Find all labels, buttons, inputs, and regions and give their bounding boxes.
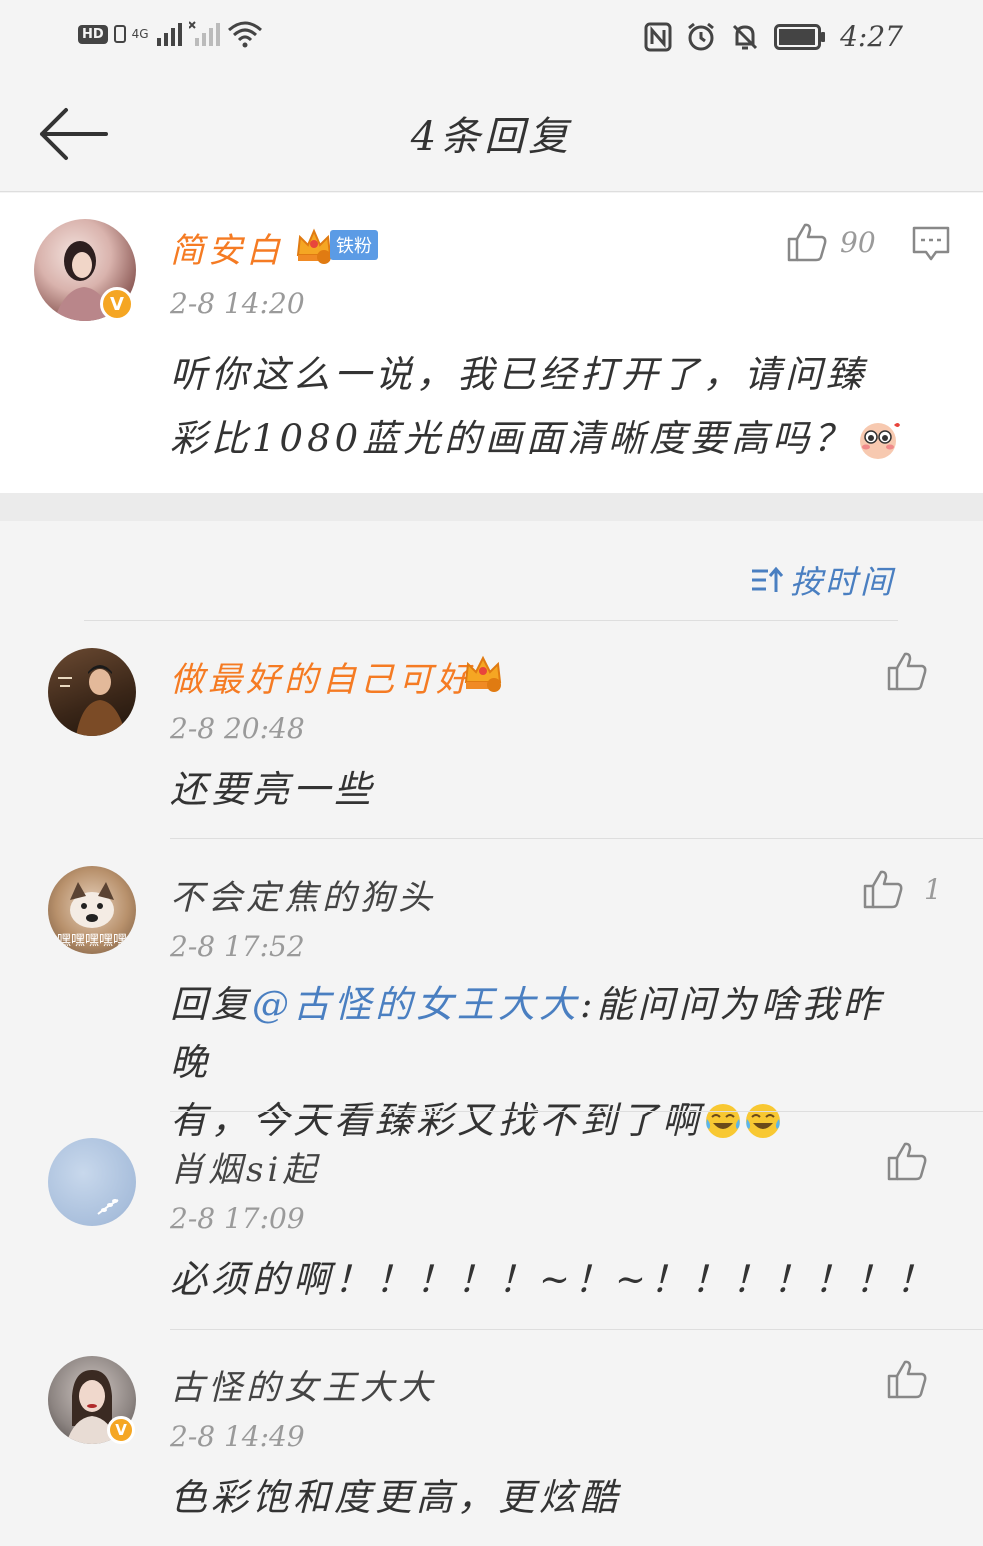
main-comment-username[interactable]: 简安白	[170, 223, 284, 272]
list-item: V 古怪的女王大大 2-8 14:49 色彩饱和度更高，更炫酷	[0, 1330, 983, 1546]
reply-text: 色彩饱和度更高，更炫酷	[170, 1476, 621, 1519]
signal-off-icon	[188, 20, 221, 48]
status-bar: HD 4G 4:27	[0, 0, 983, 76]
reply-timestamp: 2-8 20:48	[170, 712, 305, 745]
reply-timestamp: 2-8 17:52	[170, 930, 305, 963]
main-like-count: 90	[840, 225, 876, 259]
clock: 4:27	[840, 20, 903, 53]
mention-link[interactable]: @古怪的女王大大	[252, 983, 580, 1026]
thumbs-up-icon	[863, 870, 903, 909]
divider	[84, 620, 898, 621]
avatar-image	[97, 1199, 119, 1215]
reply-timestamp: 2-8 17:09	[170, 1202, 305, 1235]
title-bar: 4条回复	[0, 76, 983, 192]
reply-button[interactable]	[912, 225, 950, 263]
reply-username[interactable]: 肖烟si起	[170, 1142, 320, 1191]
verified-badge-icon: V	[100, 287, 134, 321]
main-comment-timestamp: 2-8 14:20	[170, 287, 305, 320]
fan-badge[interactable]: 铁粉	[294, 225, 378, 265]
reply-username[interactable]: 做最好的自己可好	[170, 652, 474, 701]
reply-username[interactable]: 古怪的女王大大	[170, 1360, 436, 1409]
sim-icon	[113, 25, 126, 43]
hd-indicator: HD	[78, 24, 108, 44]
list-item: 做最好的自己可好 2-8 20:48 还要亮一些	[0, 622, 983, 840]
list-item: 嘿嘿嘿嘿嘿 不会定焦的狗头 2-8 17:52 1 回复@古怪的女王大大:能问问…	[0, 840, 983, 1142]
main-comment-text: 听你这么一说，我已经打开了，请问臻 彩比1080蓝光的画面清晰度要高吗？	[170, 343, 930, 471]
like-button[interactable]	[886, 650, 928, 692]
alarm-icon	[686, 22, 716, 52]
reply-text: 必须的啊！！！！！~！~！！！！！！！	[170, 1258, 938, 1301]
wifi-icon	[227, 20, 263, 48]
sort-label: 按时间	[789, 563, 895, 601]
crown-icon	[464, 655, 502, 692]
reply-username[interactable]: 不会定焦的狗头	[170, 870, 436, 919]
mute-icon	[730, 22, 760, 52]
crown-badge[interactable]	[462, 652, 504, 694]
signal-icon	[155, 20, 183, 48]
thumbs-up-icon	[887, 1360, 927, 1399]
battery-icon	[774, 23, 826, 50]
avatar[interactable]	[48, 1138, 136, 1226]
list-item: 肖烟si起 2-8 17:09 必须的啊！！！！！~！~！！！！！！！	[0, 1112, 983, 1330]
reply-prefix: 回复	[170, 983, 252, 1026]
network-type: 4G	[131, 27, 149, 41]
divider	[170, 838, 983, 839]
main-comment-line2: 彩比1080蓝光的画面清晰度要高吗？	[170, 407, 930, 471]
like-button[interactable]: 1	[862, 868, 942, 910]
thumbs-up-icon	[787, 223, 827, 262]
thumbs-up-icon	[887, 652, 927, 691]
reply-text-line1: 回复@古怪的女王大大:能问问为啥我昨晚	[170, 976, 890, 1092]
avatar-overlay-text: 嘿嘿嘿嘿嘿	[57, 933, 127, 949]
thumbs-up-icon	[887, 1142, 927, 1181]
sort-by-time-button[interactable]: 按时间	[750, 557, 895, 603]
sort-row: 按时间	[0, 521, 983, 621]
comment-icon	[912, 226, 950, 261]
like-button[interactable]	[886, 1358, 928, 1400]
avatar-image	[58, 665, 126, 736]
avatar[interactable]: 嘿嘿嘿嘿嘿	[48, 866, 136, 954]
nfc-icon	[644, 22, 672, 52]
main-like-button[interactable]: 90	[786, 221, 876, 263]
like-count: 1	[924, 872, 942, 906]
verified-badge-icon: V	[107, 1416, 135, 1444]
sort-icon	[751, 566, 784, 592]
page-title: 4条回复	[410, 114, 573, 160]
main-comment-line1: 听你这么一说，我已经打开了，请问臻	[170, 353, 867, 396]
like-button[interactable]	[886, 1140, 928, 1182]
avatar[interactable]	[48, 648, 136, 736]
shy-emoji-icon	[854, 415, 902, 463]
fan-badge-label: 铁粉	[330, 230, 378, 260]
reply-text: 还要亮一些	[170, 768, 375, 811]
reply-timestamp: 2-8 14:49	[170, 1420, 305, 1453]
main-comment-line2-text: 彩比1080蓝光的画面清晰度要高吗？	[170, 417, 855, 460]
main-comment: V 简安白 铁粉 2-8 14:20 90 听你这么一说，我已经打开了，请问臻 …	[0, 193, 983, 493]
section-separator	[0, 493, 983, 521]
crown-icon	[296, 228, 332, 264]
